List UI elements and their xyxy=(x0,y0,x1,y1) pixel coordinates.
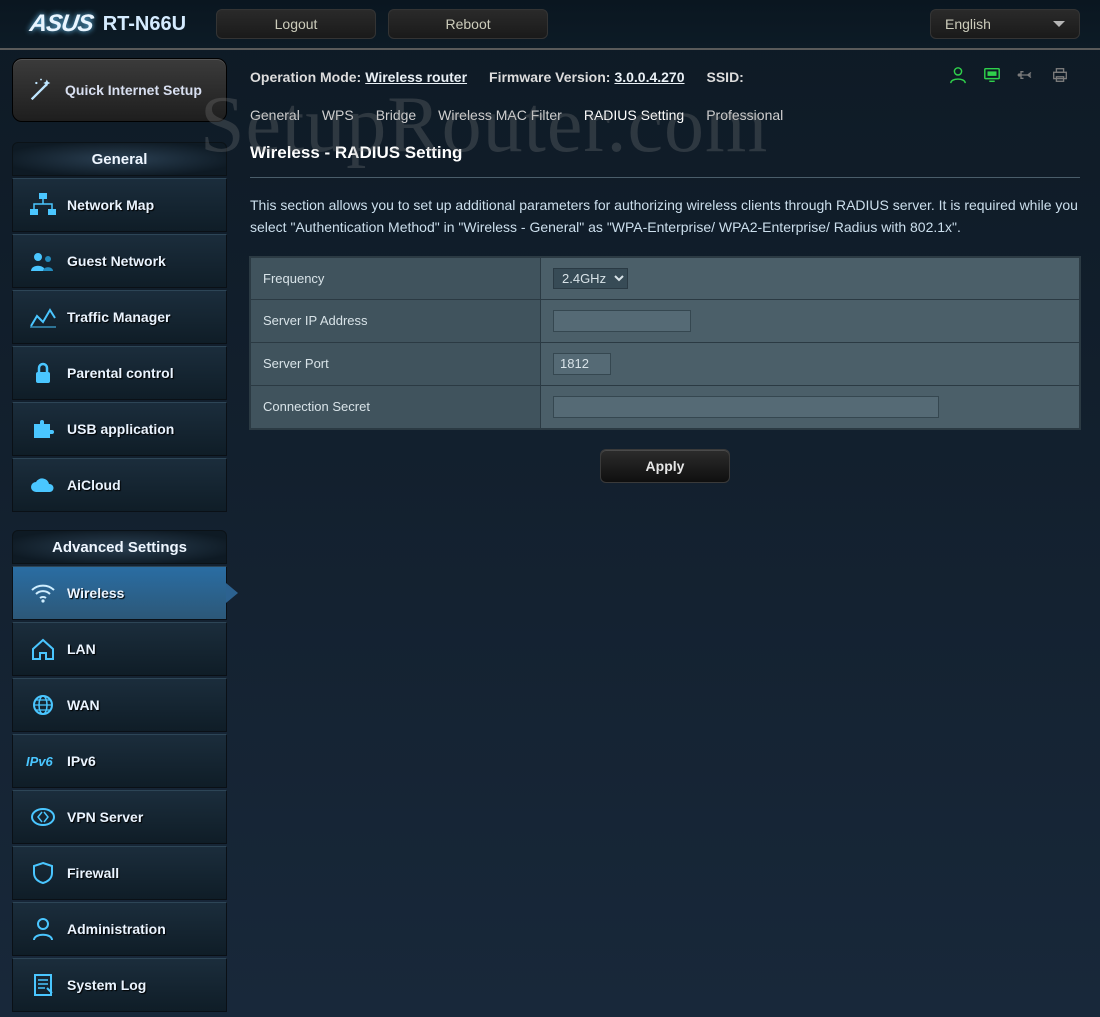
nav-label: VPN Server xyxy=(67,809,143,825)
language-select[interactable]: English xyxy=(930,9,1080,39)
nav-label: Parental control xyxy=(67,365,174,381)
op-mode-label: Operation Mode: xyxy=(250,69,361,85)
nav-lan[interactable]: LAN xyxy=(12,622,227,676)
nav-label: Wireless xyxy=(67,585,124,601)
cloud-icon xyxy=(23,467,63,503)
nav-parental-control[interactable]: Parental control xyxy=(12,346,227,400)
row-server-port: Server Port xyxy=(251,342,1080,385)
row-connection-secret: Connection Secret xyxy=(251,385,1080,428)
shield-icon xyxy=(23,855,63,891)
row-server-ip: Server IP Address xyxy=(251,299,1080,342)
nav-label: Guest Network xyxy=(67,253,166,269)
ipv6-icon: IPv6 xyxy=(23,743,63,779)
nav-ipv6[interactable]: IPv6 IPv6 xyxy=(12,734,227,788)
main-content: Wireless - RADIUS Setting This section a… xyxy=(245,143,1100,503)
server-port-input[interactable] xyxy=(553,353,611,375)
nav-label: WAN xyxy=(67,697,100,713)
server-ip-input[interactable] xyxy=(553,310,691,332)
nav-label: LAN xyxy=(67,641,96,657)
nav-label: Administration xyxy=(67,921,166,937)
tab-bridge[interactable]: Bridge xyxy=(376,107,416,123)
chevron-down-icon xyxy=(1053,21,1065,27)
nav-network-map[interactable]: Network Map xyxy=(12,178,227,232)
home-icon xyxy=(23,631,63,667)
row-frequency: Frequency 2.4GHz xyxy=(251,257,1080,299)
network-map-icon xyxy=(23,187,63,223)
vpn-icon xyxy=(23,799,63,835)
connection-secret-input[interactable] xyxy=(553,396,939,418)
section-general-header: General xyxy=(12,142,227,176)
reboot-button[interactable]: Reboot xyxy=(388,9,548,39)
apply-button[interactable]: Apply xyxy=(600,449,730,483)
wireless-icon xyxy=(23,575,63,611)
settings-table: Frequency 2.4GHz Server IP Address Serve… xyxy=(250,257,1080,429)
tab-general[interactable]: General xyxy=(250,107,300,123)
user-icon[interactable] xyxy=(948,66,968,87)
nav-system-log[interactable]: System Log xyxy=(12,958,227,1012)
nav-label: USB application xyxy=(67,421,174,437)
freq-label: Frequency xyxy=(251,257,541,299)
nav-label: Traffic Manager xyxy=(67,309,170,325)
nav-administration[interactable]: Administration xyxy=(12,902,227,956)
op-mode-value[interactable]: Wireless router xyxy=(365,69,467,85)
ssid-label: SSID: xyxy=(707,69,744,85)
usb-icon[interactable] xyxy=(1016,66,1036,87)
nav-label: IPv6 xyxy=(67,753,96,769)
nav-guest-network[interactable]: Guest Network xyxy=(12,234,227,288)
tab-professional[interactable]: Professional xyxy=(706,107,783,123)
section-advanced-header: Advanced Settings xyxy=(12,530,227,564)
fw-label: Firmware Version: xyxy=(489,69,610,85)
tab-mac-filter[interactable]: Wireless MAC Filter xyxy=(438,107,562,123)
nav-label: Network Map xyxy=(67,197,154,213)
language-label: English xyxy=(945,16,991,32)
nav-wireless[interactable]: Wireless xyxy=(12,566,227,620)
nav-aicloud[interactable]: AiCloud xyxy=(12,458,227,512)
port-label: Server Port xyxy=(251,342,541,385)
tab-wps[interactable]: WPS xyxy=(322,107,354,123)
header-bar: ASUS RT-N66U Logout Reboot English xyxy=(0,0,1100,48)
page-description: This section allows you to set up additi… xyxy=(250,194,1080,239)
ip-label: Server IP Address xyxy=(251,299,541,342)
tab-radius-setting[interactable]: RADIUS Setting xyxy=(584,107,684,123)
page-title: Wireless - RADIUS Setting xyxy=(250,143,1080,163)
nav-traffic-manager[interactable]: Traffic Manager xyxy=(12,290,227,344)
guest-network-icon xyxy=(23,243,63,279)
log-icon xyxy=(23,967,63,1003)
qis-label: Quick Internet Setup xyxy=(65,81,202,99)
nav-firewall[interactable]: Firewall xyxy=(12,846,227,900)
quick-internet-setup-button[interactable]: Quick Internet Setup xyxy=(12,58,227,122)
lock-icon xyxy=(23,355,63,391)
logout-button[interactable]: Logout xyxy=(216,9,376,39)
globe-icon xyxy=(23,687,63,723)
nav-label: System Log xyxy=(67,977,146,993)
traffic-manager-icon xyxy=(23,299,63,335)
model-name: RT-N66U xyxy=(103,13,186,36)
svg-text:IPv6: IPv6 xyxy=(26,754,54,769)
secret-label: Connection Secret xyxy=(251,385,541,428)
fw-value[interactable]: 3.0.0.4.270 xyxy=(614,69,684,85)
nav-usb-application[interactable]: USB application xyxy=(12,402,227,456)
nav-wan[interactable]: WAN xyxy=(12,678,227,732)
divider xyxy=(250,177,1080,178)
admin-icon xyxy=(23,911,63,947)
printer-icon[interactable] xyxy=(1050,66,1070,87)
wand-icon xyxy=(23,76,59,104)
brand-logo: ASUS xyxy=(28,10,95,38)
puzzle-icon xyxy=(23,411,63,447)
frequency-select[interactable]: 2.4GHz xyxy=(553,268,628,289)
nav-vpn-server[interactable]: VPN Server xyxy=(12,790,227,844)
sidebar: Quick Internet Setup General Network Map… xyxy=(12,58,227,1012)
nav-label: Firewall xyxy=(67,865,119,881)
nav-label: AiCloud xyxy=(67,477,121,493)
monitor-icon[interactable] xyxy=(982,66,1002,87)
